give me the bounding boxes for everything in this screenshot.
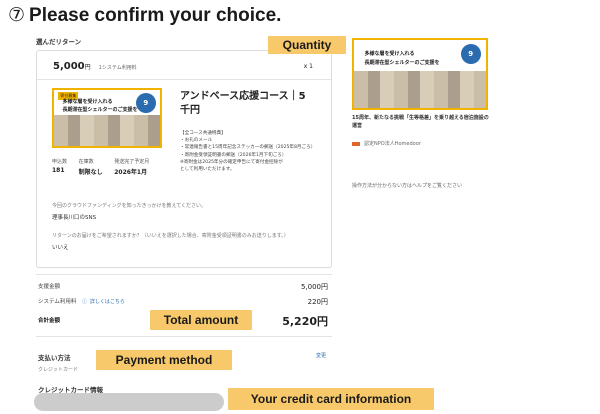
stat-label: 在庫数 [78,159,94,165]
heading-text: Please confirm your choice. [29,5,282,26]
support-label: 支援金額 [38,284,61,290]
price-value: 5,000 [53,61,85,72]
org-name: 認定NPO法人Homedoor [364,141,421,147]
total-label: 合計金額 [38,318,61,324]
course-title: アンドベース応援コース｜5千円 [180,91,306,116]
total-value: 5,220円 [282,315,328,328]
stat-delivery: 発送完了予定月 2026年1月 [114,158,149,176]
payment-method-value: クレジットカード [38,367,79,373]
stat-limit: 在庫数 制限なし [79,158,103,176]
support-value: 5,000円 [300,283,328,291]
summary-system-fee: システム利用料 ⓘ 詳しくはこちら 220円 [38,297,328,306]
stat-label: 発送完了予定月 [114,159,150,165]
help-text[interactable]: 操作方法が分からない方はヘルプをご覧ください [352,182,462,189]
course-description: 【全コース共通特典】 ・お礼のメール ・常連報告書と15周年記念ステッカーの郵送… [180,130,316,173]
return-stats: 申込数 181 在庫数 制限なし 発送完了予定月 2026年1月 [52,158,159,176]
stat-value: 181 [52,167,65,174]
course-desc-line: ・寄附金受領証明書の郵送（2026年1月下旬ごろ） [180,152,287,158]
summary-support: 支援金額 5,000円 [38,282,328,291]
payment-divider [36,336,332,337]
thumbnail-badge: 9 [135,93,156,114]
fee-note: 1システム利用料 [98,65,137,71]
question-1: 今回のクラウドファンディングを知ったきっかけを教えてください。 [52,203,207,209]
change-payment-link[interactable]: 変更 [316,352,326,359]
course-desc-line: として利用いただけます。 [180,167,235,173]
credit-card-field[interactable] [34,393,224,411]
system-fee-value: 220円 [307,298,328,306]
card-divider [37,79,331,80]
project-thumbnail[interactable]: 多様な層を受け入れる 長期滞在型シェルターのご支援を 9 [352,38,488,110]
callout-quantity: Quantity [268,36,346,54]
course-desc-line: ・常連報告書と15周年記念ステッカーの郵送（2025年8月ごろ） [180,145,316,151]
course-desc-line: ※寄附金は2025年分の確定申告にて寄付金控除が [180,159,283,165]
return-thumbnail: 寄付募集 多様な層を受け入れる 長期滞在型シェルターのご支援を 9 [52,88,162,148]
project-thumb-badge: 9 [460,44,481,65]
course-desc-line: ・お礼のメール [180,138,213,144]
page-heading: ⑦ Please confirm your choice. [8,4,281,27]
project-thumb-line2: 長期滞在型シェルターのご支援を [364,60,440,67]
stat-label: 申込数 [52,159,68,165]
course-desc-line: 【全コース共通特典】 [180,131,226,136]
answer-2: いいえ [52,245,69,251]
stat-supporters: 申込数 181 [52,158,67,174]
stat-value: 制限なし [78,169,103,176]
project-org: 認定NPO法人Homedoor [352,140,421,147]
callout-payment: Payment method [96,350,232,370]
system-fee-link[interactable]: 詳しくはこちら [90,299,125,305]
callout-total: Total amount [150,310,252,330]
payment-label: 支払い方法 [38,354,71,362]
question-2: リターンのお届けをご希望されますか？（いいえを選択した場合、寄附金受領証明書のみ… [52,233,289,239]
project-thumb-line1: 多様な層を受け入れる [364,50,415,57]
answer-1: 理事長川口のSNS [52,215,97,221]
thumbnail-photos [54,115,160,146]
thumbnail-line2: 長期滞在型シェルターのご支援を [62,106,138,113]
selected-return-label: 選んだリターン [36,38,82,46]
quantity-value: x 1 [303,63,313,70]
thumbnail-line1: 多様な層を受け入れる [62,98,113,105]
step-number: ⑦ [8,5,26,26]
help-icon[interactable]: ⓘ [82,299,87,305]
stat-value: 2026年1月 [114,169,148,176]
org-logo-icon [352,141,360,146]
project-title[interactable]: 15周年、新たなる挑戦「生等格差」を乗り越える宿泊施設の運営 [352,114,492,130]
return-price: 5,000円 1システム利用料 [53,61,137,72]
project-photos [354,70,486,108]
summary-divider [36,274,332,275]
price-yen: 円 [84,64,91,71]
system-fee-label: システム利用料 [38,299,77,305]
callout-card: Your credit card information [228,388,434,410]
